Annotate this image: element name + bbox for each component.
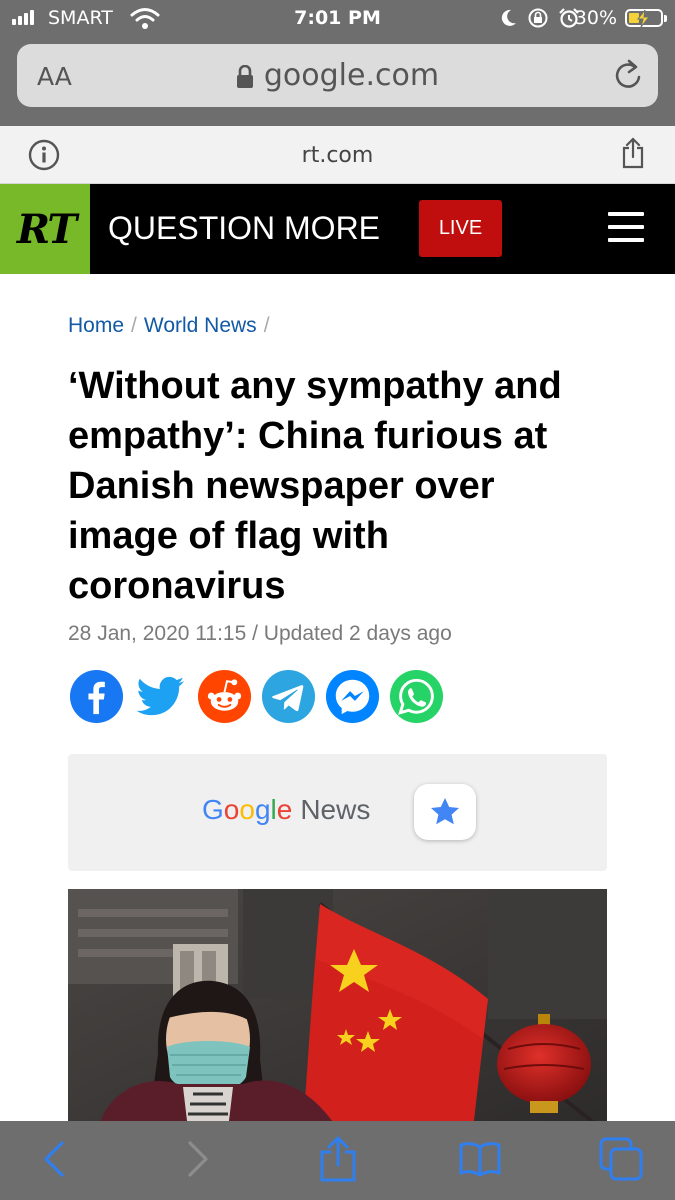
status-bar: SMART 7:01 PM 30%: [0, 0, 675, 38]
messenger-share-icon[interactable]: [325, 669, 380, 724]
battery-percent: 30%: [574, 7, 617, 29]
updated-time: Updated 2 days ago: [263, 622, 452, 645]
site-domain: rt.com: [301, 143, 374, 168]
menu-icon[interactable]: [608, 212, 644, 242]
google-news-star-button[interactable]: [414, 784, 476, 840]
whatsapp-share-icon[interactable]: [389, 669, 444, 724]
back-icon[interactable]: [40, 1139, 70, 1179]
reload-icon[interactable]: [613, 58, 643, 92]
breadcrumb-home[interactable]: Home: [68, 314, 124, 337]
share-icon[interactable]: [318, 1135, 358, 1183]
publish-date: 28 Jan, 2020 11:15: [68, 622, 247, 645]
address-bar[interactable]: AA google.com: [17, 44, 658, 107]
article-headline: ‘Without any sympathy and empathy’: Chin…: [68, 365, 562, 607]
breadcrumb: Home / World News /: [68, 314, 270, 337]
article-image: [68, 889, 607, 1129]
rotation-lock-icon: [528, 8, 548, 28]
forward-icon[interactable]: [182, 1139, 212, 1179]
breadcrumb-world-news[interactable]: World News: [144, 314, 257, 337]
battery-charging-icon: [625, 9, 667, 27]
browser-chrome: AA google.com: [0, 38, 675, 126]
google-news-follow[interactable]: Google News: [68, 754, 607, 871]
address-url: google.com: [263, 58, 440, 93]
lock-icon: [236, 64, 253, 88]
share-buttons: [69, 669, 444, 724]
article-dateline: 28 Jan, 2020 11:15 / Updated 2 days ago: [68, 622, 452, 645]
moon-icon: [501, 9, 516, 26]
browser-toolbar: [0, 1121, 675, 1200]
site-header: RT QUESTION MORE LIVE: [0, 184, 675, 274]
site-slogan: QUESTION MORE: [108, 210, 381, 246]
star-icon: [431, 798, 459, 825]
live-button[interactable]: LIVE: [419, 200, 502, 257]
share-icon[interactable]: [621, 137, 645, 169]
twitter-share-icon[interactable]: [133, 669, 188, 724]
site-info-bar: rt.com: [0, 126, 675, 184]
tabs-icon[interactable]: [598, 1136, 644, 1182]
facebook-share-icon[interactable]: [69, 669, 124, 724]
reddit-share-icon[interactable]: [197, 669, 252, 724]
google-news-logo: Google News: [202, 794, 371, 825]
bookmarks-icon[interactable]: [458, 1139, 502, 1179]
rt-logo[interactable]: RT: [0, 184, 90, 274]
telegram-share-icon[interactable]: [261, 669, 316, 724]
